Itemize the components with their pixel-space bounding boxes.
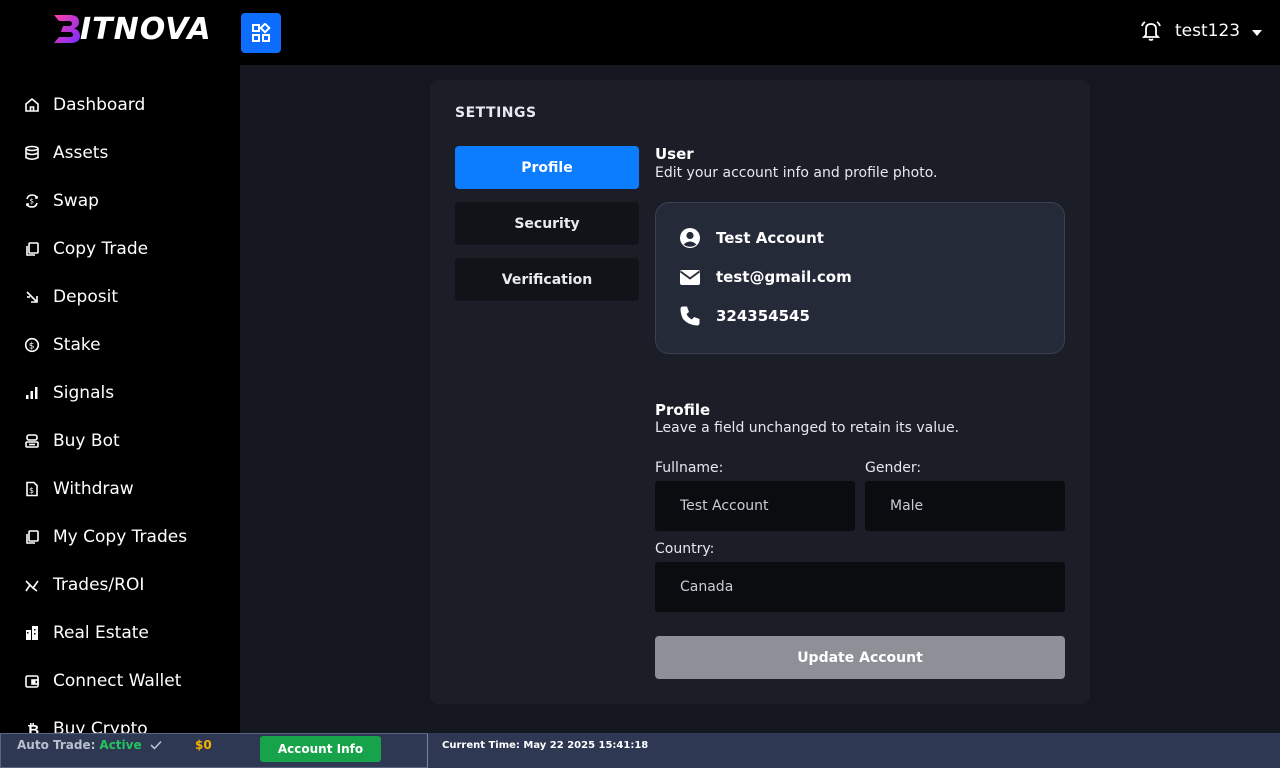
profile-section-subtitle: Leave a field unchanged to retain its va… bbox=[655, 420, 960, 436]
country-label: Country: bbox=[655, 541, 715, 557]
database-icon bbox=[25, 145, 39, 161]
envelope-icon bbox=[679, 270, 701, 285]
page-title: SETTINGS bbox=[455, 105, 537, 121]
sidebar-item-copy-trade[interactable]: Copy Trade bbox=[0, 229, 240, 269]
auto-trade-label: Auto Trade: bbox=[17, 738, 96, 752]
sidebar-item-label: Withdraw bbox=[53, 479, 134, 499]
chevron-down-icon bbox=[1252, 30, 1263, 36]
tab-security[interactable]: Security bbox=[455, 202, 639, 245]
phone-icon bbox=[680, 306, 700, 326]
tab-verification[interactable]: Verification bbox=[455, 258, 639, 301]
sidebar-item-label: Buy Crypto bbox=[53, 719, 148, 733]
account-info-button[interactable]: Account Info bbox=[260, 736, 381, 762]
bot-icon bbox=[25, 434, 39, 448]
sidebar-item-label: Deposit bbox=[53, 287, 118, 307]
chart-line-icon bbox=[25, 580, 39, 592]
sidebar-item-label: Signals bbox=[53, 383, 115, 403]
sidebar-item-label: My Copy Trades bbox=[53, 527, 188, 547]
svg-text:₿: ₿ bbox=[27, 721, 39, 733]
home-icon bbox=[25, 97, 39, 112]
sidebar-item-buy-crypto[interactable]: ₿ Buy Crypto bbox=[0, 709, 240, 733]
sidebar-item-stake[interactable]: $ Stake bbox=[0, 325, 240, 365]
bell-icon[interactable] bbox=[1141, 20, 1161, 42]
sidebar-item-assets[interactable]: Assets bbox=[0, 133, 240, 173]
sidebar-item-dashboard[interactable]: Dashboard bbox=[0, 85, 240, 125]
copy-icon bbox=[26, 530, 39, 544]
sidebar-item-deposit[interactable]: Deposit bbox=[0, 277, 240, 317]
sidebar-item-label: Buy Bot bbox=[53, 431, 120, 451]
user-name: Test Account bbox=[716, 229, 824, 247]
auto-trade-status: Auto Trade: Active bbox=[17, 738, 162, 752]
profile-section-heading: Profile bbox=[655, 401, 711, 419]
sidebar-item-label: Trades/ROI bbox=[53, 575, 145, 595]
deposit-icon bbox=[26, 291, 38, 303]
logo-mark-icon bbox=[54, 15, 80, 43]
grid-icon bbox=[252, 23, 271, 42]
wallet-icon bbox=[25, 675, 39, 688]
sidebar-item-swap[interactable]: $ Swap bbox=[0, 181, 240, 221]
user-menu[interactable]: test123 bbox=[1175, 21, 1263, 41]
copy-icon bbox=[26, 242, 39, 256]
dollar-circle-icon: $ bbox=[24, 337, 40, 353]
user-section-subtitle: Edit your account info and profile photo… bbox=[655, 165, 938, 181]
country-field[interactable] bbox=[655, 562, 1065, 612]
bar-chart-icon bbox=[26, 387, 38, 399]
user-circle-icon bbox=[680, 228, 700, 248]
user-email-row: test@gmail.com bbox=[679, 266, 852, 288]
balance-amount: $0 bbox=[195, 738, 212, 752]
swap-icon: $ bbox=[26, 194, 38, 208]
fullname-label: Fullname: bbox=[655, 460, 724, 476]
sidebar-item-real-estate[interactable]: Real Estate bbox=[0, 613, 240, 653]
check-icon bbox=[150, 740, 162, 750]
svg-text:$: $ bbox=[29, 486, 34, 495]
sidebar-item-my-copy-trades[interactable]: My Copy Trades bbox=[0, 517, 240, 557]
withdraw-icon: $ bbox=[26, 481, 38, 497]
sidebar: Dashboard Assets $ Swap Copy Trade Depos… bbox=[0, 65, 240, 733]
svg-text:$: $ bbox=[30, 198, 34, 206]
sidebar-item-withdraw[interactable]: $ Withdraw bbox=[0, 469, 240, 509]
sidebar-item-buy-bot[interactable]: Buy Bot bbox=[0, 421, 240, 461]
brand-logo[interactable]: ITNOVA bbox=[52, 11, 212, 47]
user-phone-row: 324354545 bbox=[679, 305, 810, 327]
update-account-button[interactable]: Update Account bbox=[655, 636, 1065, 679]
username: test123 bbox=[1175, 21, 1241, 41]
bitcoin-icon: ₿ bbox=[27, 721, 39, 733]
user-email: test@gmail.com bbox=[716, 268, 852, 286]
sidebar-item-label: Swap bbox=[53, 191, 99, 211]
gender-field[interactable] bbox=[865, 481, 1065, 531]
building-icon bbox=[26, 626, 38, 640]
sidebar-item-label: Dashboard bbox=[53, 95, 146, 115]
sidebar-item-label: Stake bbox=[53, 335, 101, 355]
gender-label: Gender: bbox=[865, 460, 922, 476]
user-phone: 324354545 bbox=[716, 307, 810, 325]
sidebar-item-label: Real Estate bbox=[53, 623, 149, 643]
sidebar-item-trades-roi[interactable]: Trades/ROI bbox=[0, 565, 240, 605]
tab-profile[interactable]: Profile bbox=[455, 146, 639, 189]
current-time: Current Time: May 22 2025 15:41:18 bbox=[442, 740, 649, 751]
sidebar-item-signals[interactable]: Signals bbox=[0, 373, 240, 413]
sidebar-item-connect-wallet[interactable]: Connect Wallet bbox=[0, 661, 240, 701]
sidebar-item-label: Assets bbox=[53, 143, 109, 163]
user-name-row: Test Account bbox=[679, 227, 824, 249]
sidebar-item-label: Copy Trade bbox=[53, 239, 149, 259]
fullname-field[interactable] bbox=[655, 481, 855, 531]
status-badge: Active bbox=[99, 738, 142, 752]
svg-text:$: $ bbox=[29, 342, 35, 352]
apps-grid-button[interactable] bbox=[241, 13, 281, 53]
sidebar-item-label: Connect Wallet bbox=[53, 671, 182, 691]
user-section-heading: User bbox=[655, 145, 694, 163]
logo-text: ITNOVA bbox=[80, 11, 212, 47]
